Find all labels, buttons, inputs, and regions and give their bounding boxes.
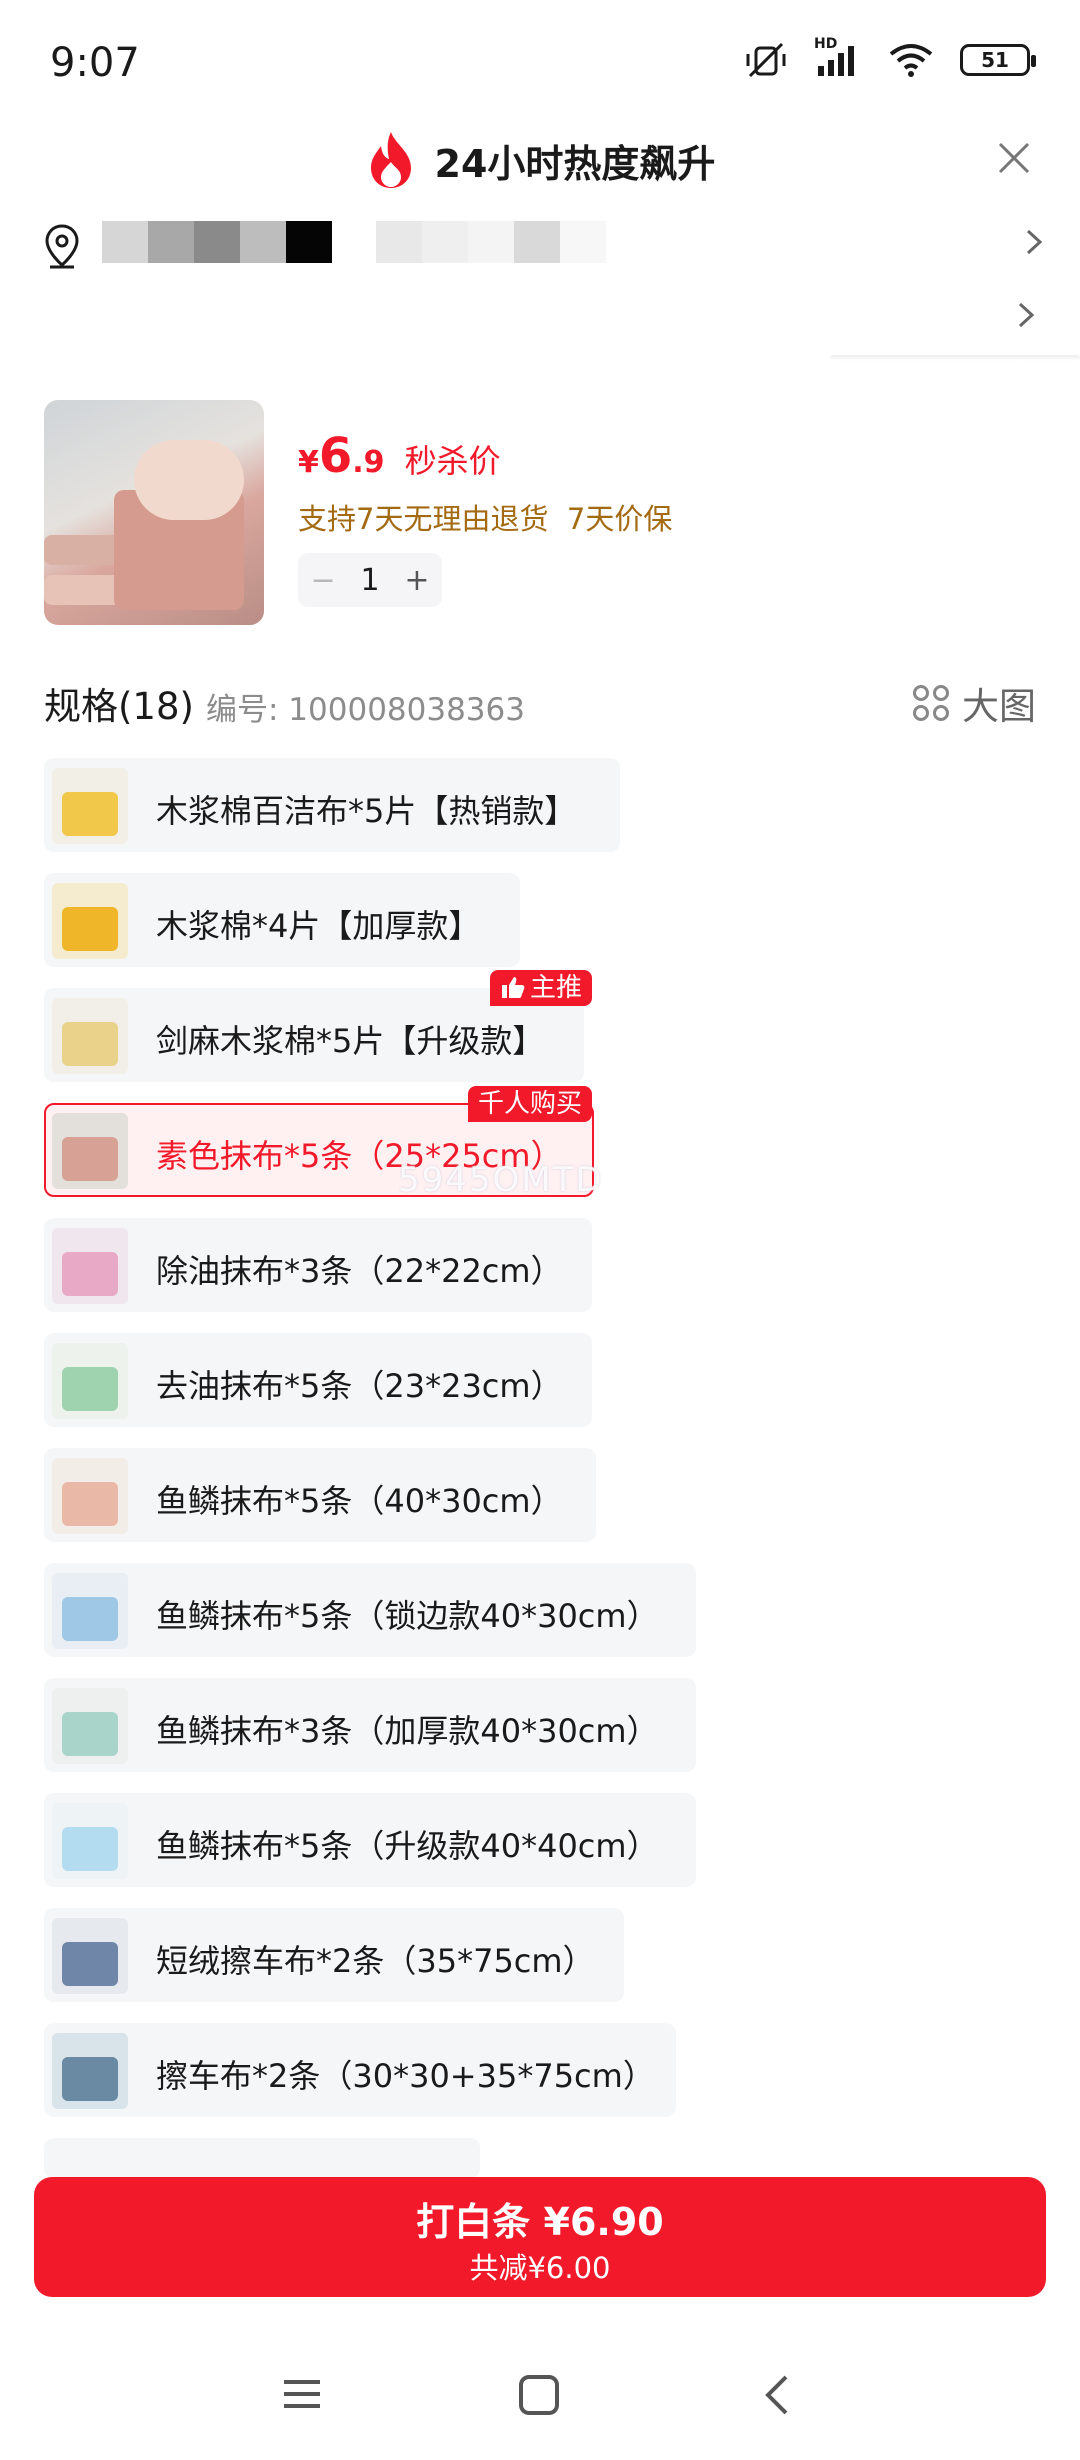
price-line: ¥ 6 .9 秒杀价 [298, 428, 501, 484]
close-icon[interactable] [996, 140, 1032, 176]
spec-option[interactable]: 鱼鳞抹布*5条（锁边款40*30cm） [44, 1563, 696, 1657]
spec-option[interactable]: 除油抹布*3条（22*22cm） [44, 1218, 592, 1312]
mute-vibrate-icon [744, 42, 788, 78]
section-divider [830, 355, 1080, 361]
option-thumbnail [52, 1803, 128, 1879]
option-label: 短绒擦车布*2条（35*75cm） [156, 1942, 595, 1980]
option-thumbnail [52, 2033, 128, 2109]
chevron-right-icon[interactable] [1016, 300, 1036, 334]
price-integer: 6 [318, 428, 353, 484]
product-image[interactable] [44, 400, 264, 625]
fire-icon [365, 130, 417, 190]
option-label: 擦车布*2条（30*30+35*75cm） [156, 2057, 655, 2095]
buy-button[interactable]: 打白条 ¥6.90 共减¥6.00 [34, 2177, 1046, 2297]
header-title: 24小时热度飙升 [434, 141, 716, 186]
thumbs-up-icon [502, 977, 525, 998]
option-thumbnail [52, 1343, 128, 1419]
spec-option[interactable]: 鱼鳞抹布*3条（加厚款40*30cm） [44, 1678, 696, 1772]
back-icon[interactable] [762, 2374, 792, 2420]
spec-option[interactable]: 木浆棉百洁布*5片【热销款】 [44, 758, 620, 852]
quantity-value[interactable]: 1 [360, 563, 379, 598]
address-redacted [102, 221, 606, 263]
option-thumbnail [52, 768, 128, 844]
option-label: 木浆棉*4片【加厚款】 [156, 907, 481, 945]
battery-level: 51 [981, 48, 1009, 72]
spec-option[interactable]: 去油抹布*5条（23*23cm） [44, 1333, 592, 1427]
option-label: 鱼鳞抹布*5条（锁边款40*30cm） [156, 1597, 659, 1635]
spec-option[interactable]: 擦车布*2条（30*30+35*75cm） [44, 2023, 676, 2117]
recommended-badge-label: 主推 [530, 973, 583, 1003]
increase-button[interactable]: + [404, 563, 429, 598]
cellular-signal-icon: HD [814, 36, 862, 78]
wifi-icon [888, 42, 934, 78]
menu-icon[interactable] [282, 2374, 322, 2418]
sheet-header: 24小时热度飙升 [0, 120, 1080, 200]
recommended-badge: 主推 [490, 970, 593, 1006]
option-thumbnail [52, 1918, 128, 1994]
location-pin-icon [44, 223, 80, 273]
option-label: 鱼鳞抹布*5条（升级款40*40cm） [156, 1827, 659, 1865]
option-label: 木浆棉百洁布*5片【热销款】 [156, 792, 577, 830]
return-guarantee: 支持7天无理由退货 7天价保 [298, 502, 673, 536]
spec-option[interactable]: 鱼鳞抹布*5条（升级款40*40cm） [44, 1793, 696, 1887]
chevron-right-icon [1024, 227, 1044, 261]
price-label: 秒杀价 [404, 442, 501, 480]
home-icon[interactable] [518, 2374, 560, 2420]
spec-option[interactable]: 短绒擦车布*2条（35*75cm） [44, 1908, 624, 2002]
price-decimal: .9 [352, 445, 385, 480]
spec-selection-screen: 9:07 HD 51 24小时热度飙升 ¥ 6 .9 秒杀价 支持7天无理由退货… [0, 0, 1080, 2460]
option-label: 剑麻木浆棉*5片【升级款】 [156, 1022, 545, 1060]
spec-option[interactable]: 木浆棉*4片【加厚款】 [44, 873, 520, 967]
battery-icon: 51 [960, 44, 1036, 76]
option-thumbnail [52, 1458, 128, 1534]
option-thumbnail [52, 998, 128, 1074]
status-time: 9:07 [50, 40, 140, 86]
buy-button-discount: 共减¥6.00 [469, 2251, 611, 2285]
grid-icon [913, 685, 949, 721]
status-bar: 9:07 HD 51 [0, 0, 1080, 120]
quantity-stepper: − 1 + [298, 553, 442, 607]
system-nav-bar [0, 2340, 1080, 2460]
header-title-wrap: 24小时热度飙升 [0, 130, 1080, 190]
option-label: 除油抹布*3条（22*22cm） [156, 1252, 563, 1290]
option-thumbnail [52, 1573, 128, 1649]
product-id: 编号: 100008038363 [206, 692, 525, 728]
price-currency: ¥ [298, 445, 319, 480]
large-image-toggle[interactable]: 大图 [912, 676, 1036, 730]
option-label: 鱼鳞抹布*5条（40*30cm） [156, 1482, 563, 1520]
option-label: 去油抹布*5条（23*23cm） [156, 1367, 563, 1405]
spec-option[interactable]: 鱼鳞抹布*5条（40*30cm） [44, 1448, 596, 1542]
buy-button-label: 打白条 ¥6.90 [416, 2200, 664, 2244]
spec-title: 规格(18) [44, 685, 194, 728]
watermark: 5945OMTD [398, 1160, 604, 1200]
large-image-label: 大图 [962, 685, 1036, 728]
popular-badge-label: 千人购买 [478, 1089, 583, 1119]
option-label: 鱼鳞抹布*3条（加厚款40*30cm） [156, 1712, 659, 1750]
spec-option-partial[interactable] [44, 2138, 480, 2178]
status-icons: HD 51 [744, 36, 1036, 78]
option-thumbnail [52, 1228, 128, 1304]
decrease-button[interactable]: − [310, 563, 335, 598]
option-thumbnail [52, 1688, 128, 1764]
popular-badge: 千人购买 [468, 1086, 593, 1122]
address-row[interactable] [44, 215, 1044, 275]
option-thumbnail [52, 883, 128, 959]
option-thumbnail [52, 1113, 128, 1189]
